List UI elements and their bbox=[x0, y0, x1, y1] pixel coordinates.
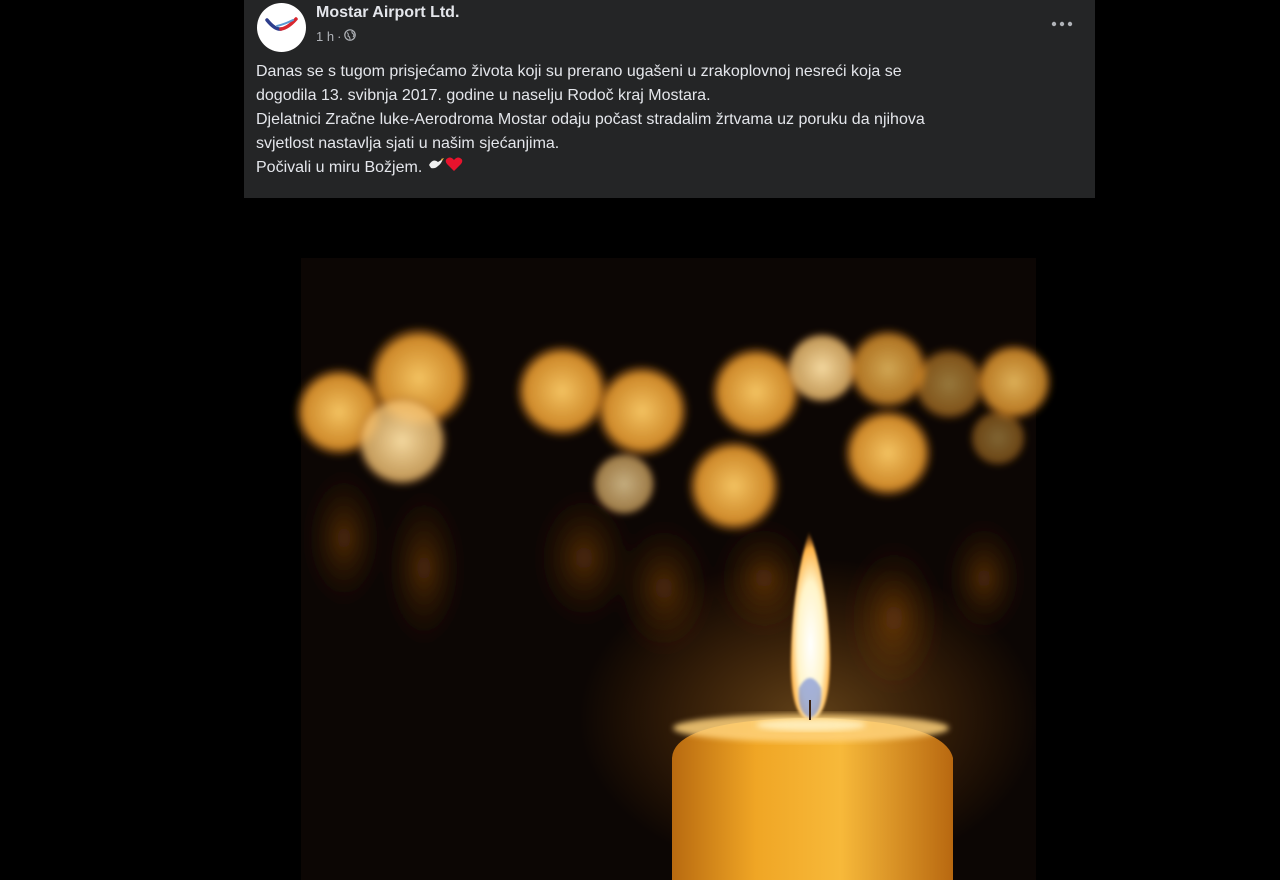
post-text-last-line: Počivali u miru Božjem. bbox=[256, 156, 1076, 180]
red-heart-icon bbox=[445, 156, 463, 180]
page-name[interactable]: Mostar Airport Ltd. bbox=[316, 4, 459, 22]
post-text-line: Počivali u miru Božjem. bbox=[256, 159, 423, 177]
post-time[interactable]: 1 h bbox=[316, 29, 334, 44]
post-header: Mostar Airport Ltd. 1 h · bbox=[244, 0, 1095, 60]
facebook-post: Mostar Airport Ltd. 1 h · Danas se s tug… bbox=[244, 0, 1095, 880]
dove-icon bbox=[427, 156, 445, 180]
meta-separator: · bbox=[337, 29, 342, 44]
page-avatar[interactable] bbox=[257, 3, 306, 52]
more-options-icon[interactable] bbox=[1047, 10, 1077, 38]
globe-icon[interactable] bbox=[344, 29, 357, 44]
post-text-line: Danas se s tugom prisjećamo života koji … bbox=[256, 63, 902, 80]
candle-photo[interactable] bbox=[244, 198, 1095, 880]
post-text-line: Djelatnici Zračne luke-Aerodroma Mostar … bbox=[256, 111, 925, 128]
post-meta: 1 h · bbox=[316, 29, 357, 44]
post-text-line: svjetlost nastavlja sjati u našim sjećan… bbox=[256, 135, 560, 152]
post-message: Danas se s tugom prisjećamo života koji … bbox=[256, 60, 1076, 180]
candle-image-art bbox=[244, 198, 1095, 880]
post-text-line: dogodila 13. svibnja 2017. godine u nase… bbox=[256, 87, 711, 104]
airport-logo bbox=[265, 17, 298, 31]
